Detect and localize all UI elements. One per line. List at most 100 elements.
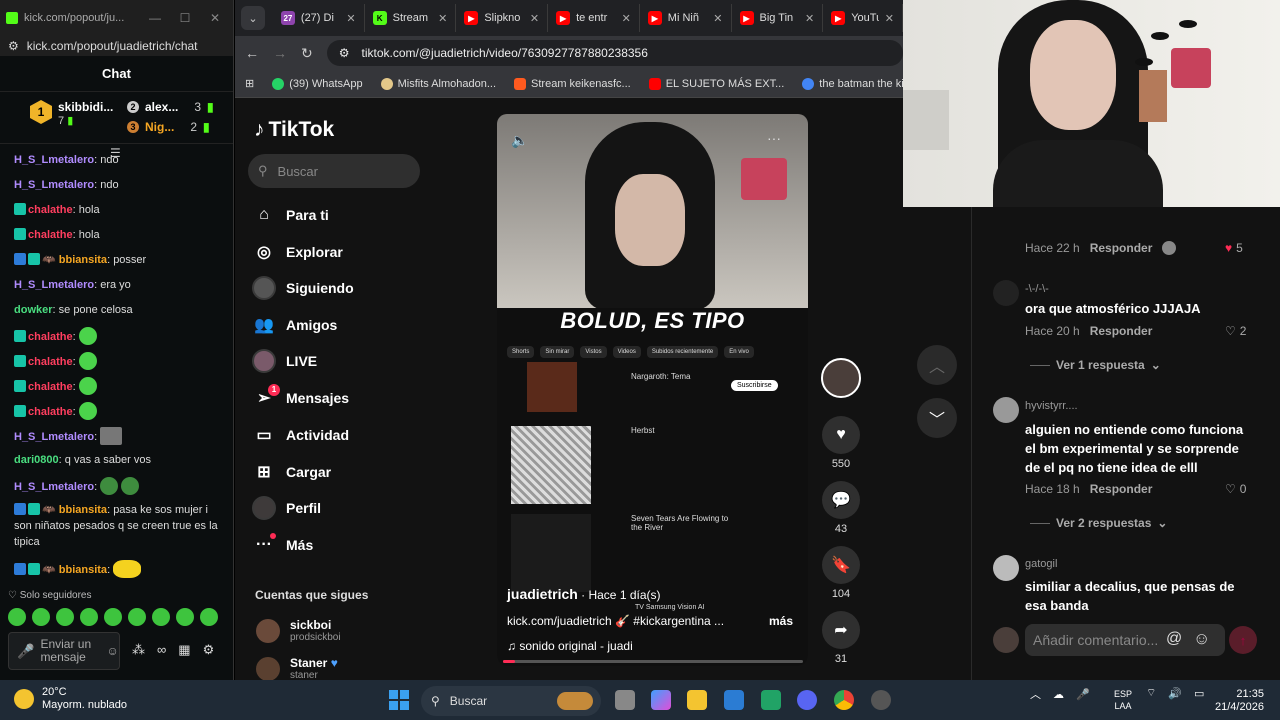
- word-icon[interactable]: [724, 690, 744, 710]
- browser-tab[interactable]: ▶ te entr ✕: [548, 4, 640, 32]
- send-comment-button[interactable]: ↑: [1229, 626, 1257, 654]
- heart-icon[interactable]: ♥: [822, 416, 860, 454]
- start-button[interactable]: [389, 690, 409, 710]
- mute-icon[interactable]: 🔈: [511, 132, 528, 149]
- back-icon[interactable]: ←: [245, 45, 259, 61]
- share-icon[interactable]: ➦: [822, 611, 860, 649]
- volume-icon[interactable]: 🔊: [1168, 687, 1182, 700]
- tiktok-logo[interactable]: ♪ TikTok: [254, 118, 334, 142]
- comment-like[interactable]: ♡ 2: [1225, 324, 1246, 338]
- nav-siguiendo[interactable]: Siguiendo: [252, 276, 354, 300]
- chat-username[interactable]: H_S_Lmetalero: [14, 154, 94, 166]
- top-gifter[interactable]: 1 skibbidi... 7 ▮: [30, 100, 113, 127]
- chat-username[interactable]: chalathe: [28, 406, 73, 418]
- copilot-icon[interactable]: [651, 690, 671, 710]
- comment-avatar[interactable]: [993, 555, 1019, 581]
- microphone-icon[interactable]: 🎤: [1076, 688, 1090, 701]
- view-replies-button[interactable]: Ver 2 respuestas ⌄: [1030, 516, 1167, 530]
- like-action[interactable]: ♥ 550: [821, 416, 861, 470]
- minimize-button[interactable]: —: [143, 11, 167, 25]
- chat-username[interactable]: dowker: [14, 304, 53, 316]
- comment-username[interactable]: hyvistyrr....: [1025, 400, 1078, 412]
- gifter-3[interactable]: 3 Nig... 2 ▮: [127, 120, 210, 134]
- nav-mas[interactable]: ··· Más: [252, 533, 313, 557]
- reload-icon[interactable]: ↻: [301, 45, 313, 62]
- browser-tab[interactable]: ▶ YouTu ✕: [823, 4, 903, 32]
- bookmark[interactable]: (39) WhatsApp: [272, 77, 363, 90]
- nav-mensajes[interactable]: ➢ Mensajes: [252, 386, 349, 410]
- tab-close-icon[interactable]: ✕: [713, 12, 722, 25]
- microphone-icon[interactable]: 🎤: [17, 643, 34, 660]
- wifi-icon[interactable]: ⌔: [1146, 686, 1156, 700]
- task-view-icon[interactable]: [615, 690, 635, 710]
- app-icon[interactable]: [871, 690, 891, 710]
- language-indicator[interactable]: ESP LAA: [1114, 688, 1132, 712]
- browser-tab[interactable]: ▶ Big Tin ✕: [732, 4, 824, 32]
- view-replies-button[interactable]: Ver 1 respuesta ⌄: [1030, 358, 1161, 372]
- more-options-icon[interactable]: ···: [767, 130, 781, 146]
- discord-icon[interactable]: [797, 690, 817, 710]
- video-sound[interactable]: ♫ sonido original - juadi: [507, 639, 633, 653]
- chat-username[interactable]: chalathe: [28, 204, 73, 216]
- video-more-link[interactable]: más: [769, 614, 793, 628]
- comment-icon[interactable]: 💬: [822, 481, 860, 519]
- tab-close-icon[interactable]: ✕: [622, 12, 631, 25]
- reply-button[interactable]: Responder: [1090, 482, 1153, 496]
- previous-video-button[interactable]: ︿: [917, 345, 957, 385]
- battery-icon[interactable]: ▭: [1194, 687, 1204, 700]
- comment-action[interactable]: 💬 43: [821, 481, 861, 535]
- comment-like[interactable]: ♡ 0: [1225, 482, 1246, 496]
- browser-tab[interactable]: ▶ Mi Niñ ✕: [640, 4, 732, 32]
- group-icon[interactable]: ⁂: [132, 642, 145, 658]
- video-progress-bar[interactable]: [503, 660, 803, 663]
- browser-tab[interactable]: 27 (27) Di ✕: [273, 4, 365, 32]
- tab-close-icon[interactable]: ✕: [805, 12, 814, 25]
- chat-username[interactable]: chalathe: [28, 229, 73, 241]
- chat-username[interactable]: H_S_Lmetalero: [14, 481, 94, 493]
- chat-username[interactable]: H_S_Lmetalero: [14, 179, 94, 191]
- weather-widget[interactable]: 20°C Mayorm. nublado: [14, 686, 127, 712]
- kick-urlbar[interactable]: ⚙ kick.com/popout/juadietrich/chat: [0, 36, 233, 56]
- chrome-icon[interactable]: [834, 690, 854, 710]
- share-action[interactable]: ➦ 31: [821, 611, 861, 665]
- nav-actividad[interactable]: ▭ Actividad: [252, 423, 349, 447]
- save-action[interactable]: 🔖 104: [821, 546, 861, 600]
- emote-icon[interactable]: [56, 608, 74, 626]
- taskbar-search[interactable]: ⚲ Buscar: [421, 686, 601, 716]
- reply-button[interactable]: Responder: [1090, 241, 1153, 255]
- tab-close-icon[interactable]: ✕: [885, 12, 894, 25]
- nav-live[interactable]: LIVE: [252, 349, 317, 373]
- emote-icon[interactable]: [8, 608, 26, 626]
- chat-username[interactable]: bbiansita: [59, 254, 107, 266]
- tiktok-search-input[interactable]: ⚲ Buscar: [248, 154, 420, 188]
- chat-username[interactable]: dari0800: [14, 454, 59, 466]
- reply-button[interactable]: Responder: [1090, 324, 1153, 338]
- gifter-2[interactable]: 2 alex... 3 ▮: [127, 100, 214, 114]
- settings-icon[interactable]: ⚙: [203, 642, 215, 658]
- comment-like[interactable]: ♥ 5: [1225, 241, 1243, 255]
- emote-icon[interactable]: [128, 608, 146, 626]
- store-icon[interactable]: ▦: [178, 642, 190, 658]
- mention-icon[interactable]: @: [1166, 630, 1182, 648]
- nav-perfil[interactable]: Perfil: [252, 496, 321, 520]
- chat-username[interactable]: chalathe: [28, 381, 73, 393]
- excel-icon[interactable]: [761, 690, 781, 710]
- nav-cargar[interactable]: ⊞ Cargar: [252, 460, 331, 484]
- infinity-icon[interactable]: ∞: [157, 642, 166, 658]
- chevron-up-icon[interactable]: ︿: [1030, 686, 1041, 702]
- nav-para-ti[interactable]: ⌂ Para ti: [252, 203, 329, 227]
- emote-icon[interactable]: [176, 608, 194, 626]
- file-explorer-icon[interactable]: [687, 690, 707, 710]
- bookmark[interactable]: the batman the killi...: [802, 77, 903, 90]
- cloud-icon[interactable]: ☁: [1053, 688, 1064, 701]
- chat-username[interactable]: bbiansita: [59, 564, 107, 576]
- emoji-icon[interactable]: ☺: [1193, 629, 1210, 649]
- bookmark[interactable]: Misfits Almohadon...: [380, 77, 496, 90]
- emoji-icon[interactable]: ☺: [106, 644, 118, 658]
- nav-amigos[interactable]: 👥 Amigos: [252, 313, 337, 337]
- maximize-button[interactable]: ☐: [173, 11, 197, 25]
- site-info-icon[interactable]: ⚙: [339, 46, 350, 60]
- tab-search-button[interactable]: ⌄: [241, 6, 265, 30]
- chat-input[interactable]: 🎤 Enviar un mensaje ☺: [8, 632, 120, 670]
- browser-tab[interactable]: K Stream ✕: [365, 4, 457, 32]
